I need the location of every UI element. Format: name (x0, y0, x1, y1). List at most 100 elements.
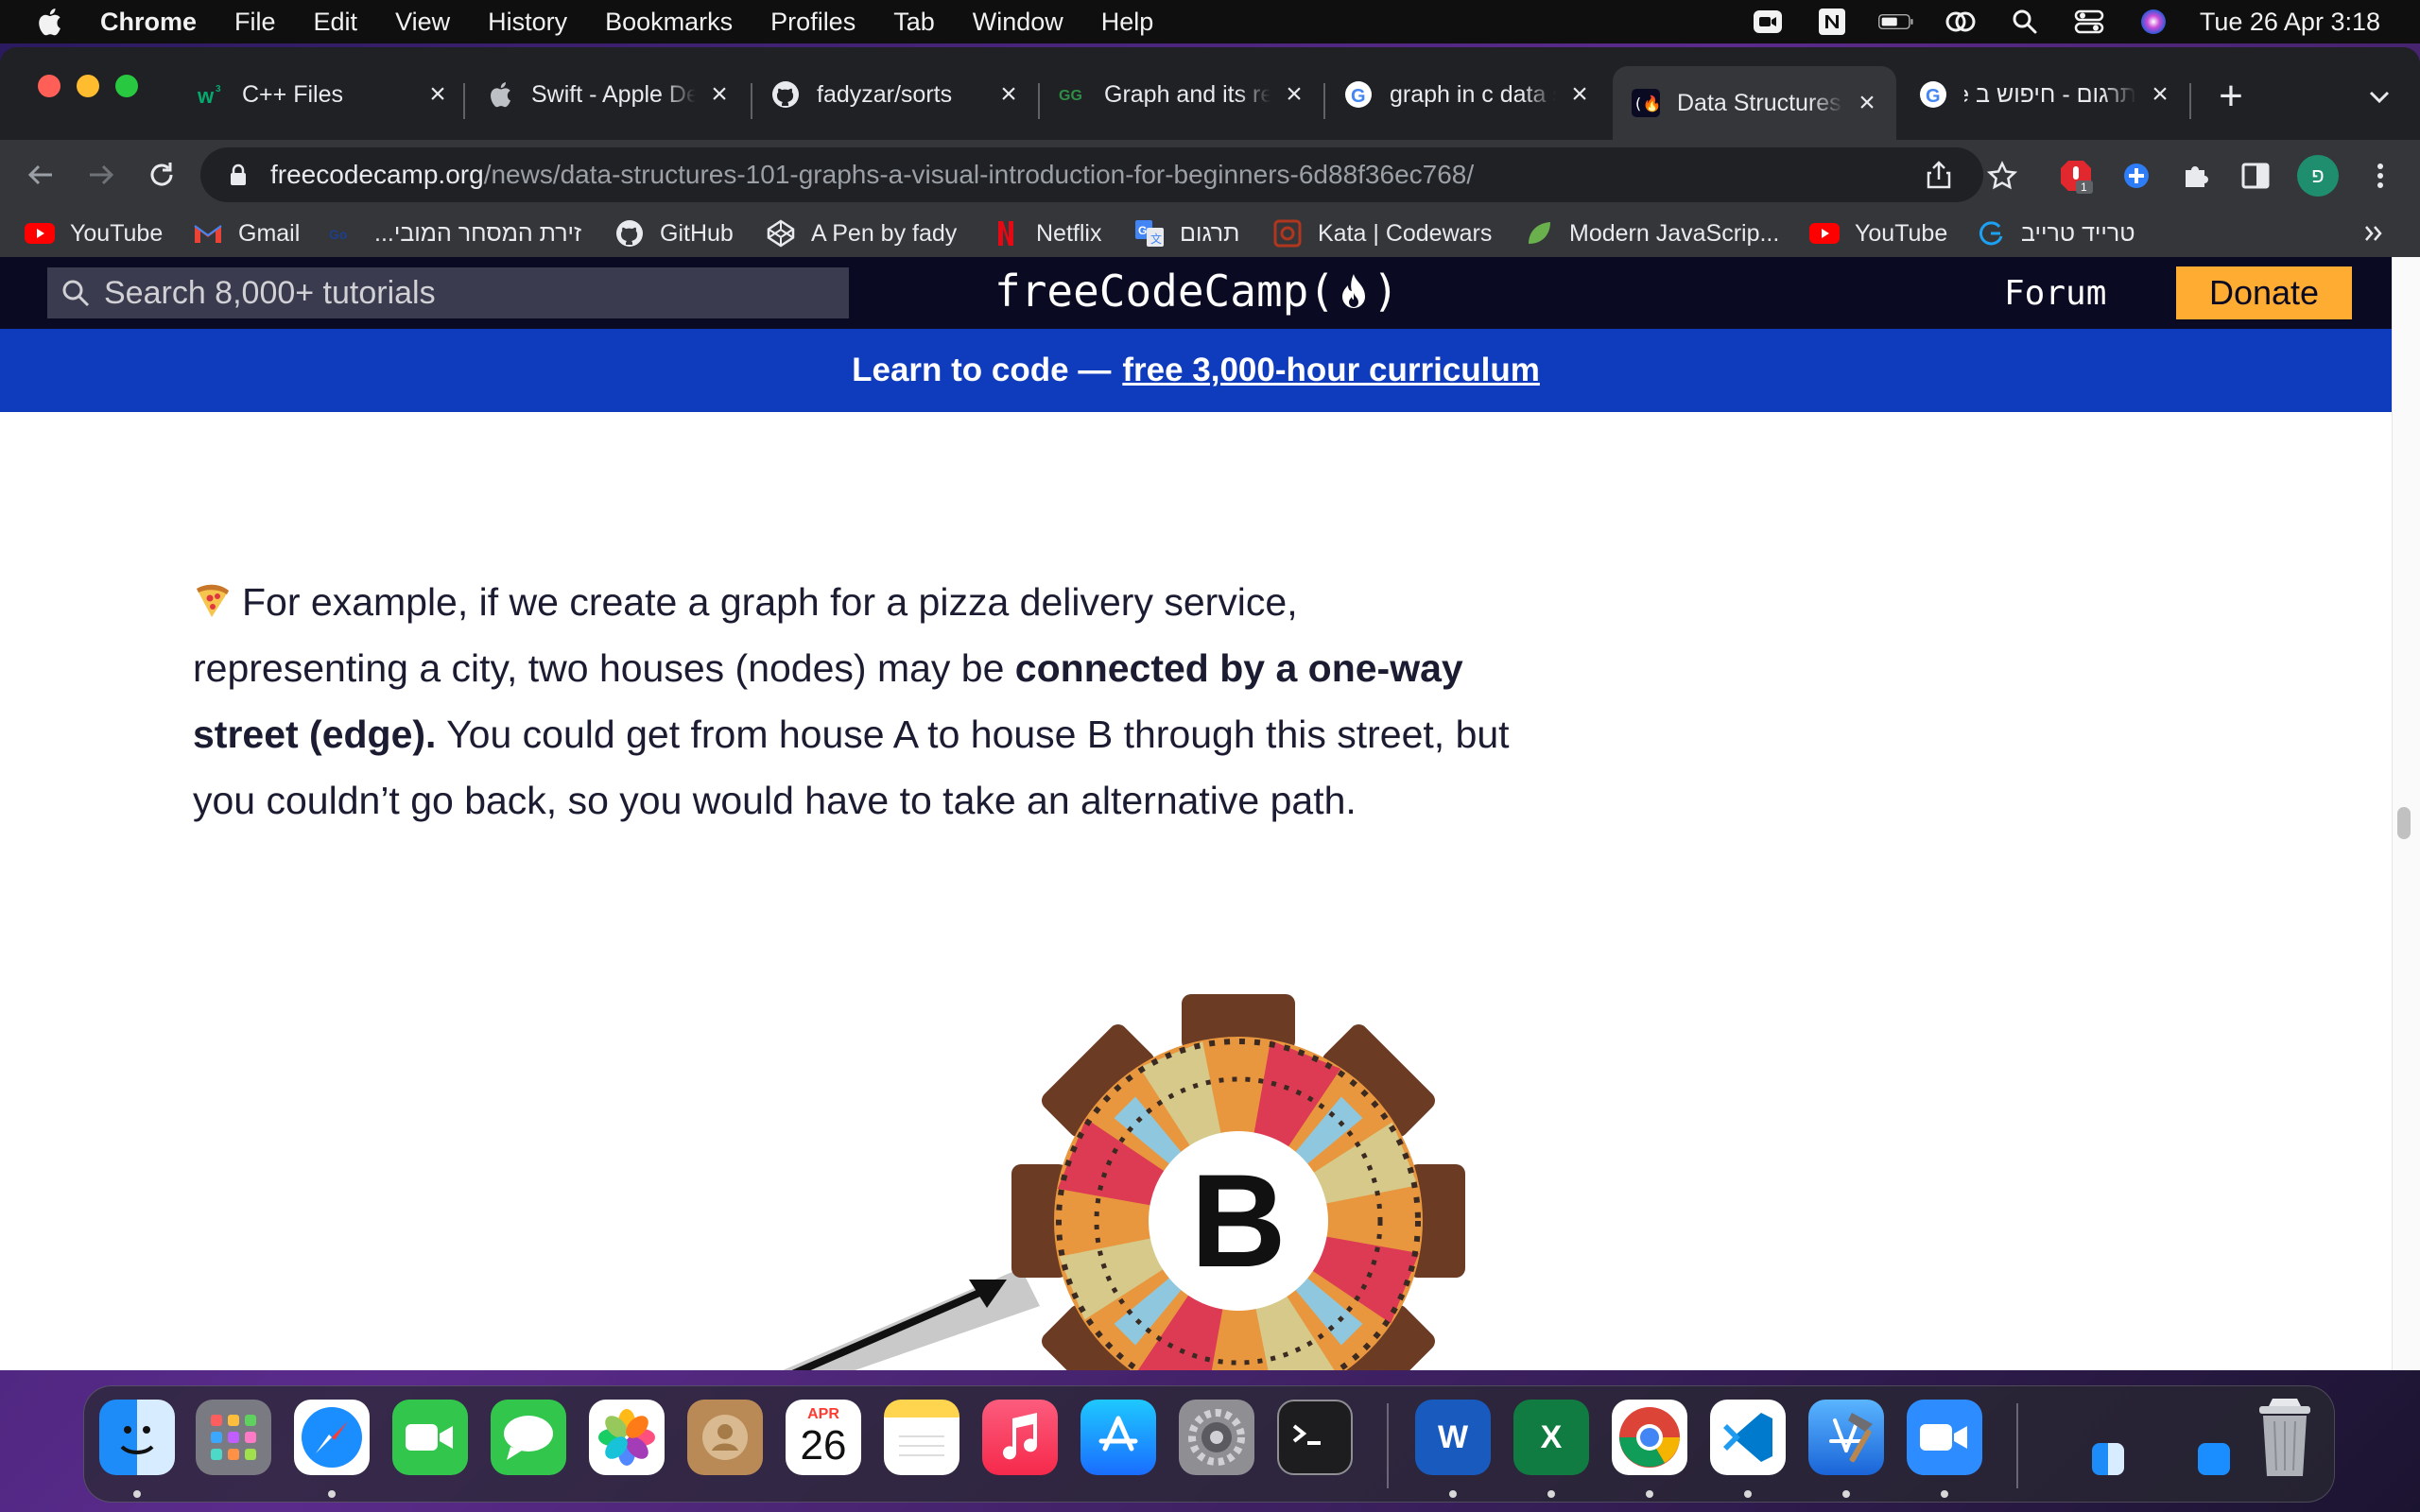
dock-xcode-icon[interactable] (1808, 1400, 1884, 1475)
menu-file[interactable]: File (234, 8, 276, 37)
tab-graph-representations[interactable]: GG Graph and its representations × (1059, 66, 1308, 123)
dock-system-preferences-icon[interactable] (1179, 1400, 1254, 1475)
extensions-puzzle-icon[interactable] (2176, 157, 2214, 195)
dock-notes-icon[interactable] (884, 1400, 959, 1475)
bookmark-gmail[interactable]: Gmail (193, 217, 300, 249)
dock-word-icon[interactable]: W (1415, 1400, 1491, 1475)
profile-avatar[interactable]: פ (2297, 155, 2339, 197)
menu-history[interactable]: History (488, 8, 567, 37)
reload-icon[interactable] (142, 155, 182, 195)
control-center-icon[interactable] (2071, 8, 2107, 36)
tab-swift-apple[interactable]: Swift - Apple Developer × (486, 66, 734, 123)
bookmark-tradetribe[interactable]: טרייד טרייב (1976, 217, 2135, 249)
screen-mirroring-icon[interactable] (1943, 8, 1979, 36)
minimize-window-button[interactable] (77, 75, 99, 97)
donate-button[interactable]: Donate (2176, 266, 2352, 319)
menu-help[interactable]: Help (1101, 8, 1154, 37)
extension-adblock-icon[interactable]: 1 (2057, 157, 2095, 195)
svg-text:w: w (197, 84, 215, 108)
dock-separator (2016, 1403, 2018, 1488)
svg-text:(🔥): (🔥) (1634, 94, 1660, 112)
dock-chrome-icon[interactable] (1612, 1400, 1687, 1475)
menu-view[interactable]: View (395, 8, 450, 37)
chrome-menu-kebab-icon[interactable] (2361, 157, 2399, 195)
address-bar[interactable]: freecodecamp.org/news/data-structures-10… (200, 147, 1983, 202)
dock-trash-icon[interactable] (2249, 1396, 2321, 1483)
bookmark-codewars[interactable]: Kata | Codewars (1272, 217, 1492, 249)
share-icon[interactable] (1921, 157, 1957, 193)
article-paragraph: For example, if we create a graph for a … (193, 569, 1516, 833)
codepen-icon (766, 219, 796, 248)
bookmark-github[interactable]: GitHub (614, 217, 734, 249)
menu-profiles[interactable]: Profiles (770, 8, 856, 37)
bookmark-codepen[interactable]: A Pen by fady (766, 217, 957, 249)
forum-link[interactable]: Forum (2004, 274, 2106, 313)
search-input[interactable]: Search 8,000+ tutorials (47, 267, 849, 318)
new-tab-button[interactable]: + (2212, 76, 2250, 117)
dock-excel-icon[interactable]: X (1513, 1400, 1589, 1475)
menu-window[interactable]: Window (973, 8, 1063, 37)
close-tab-icon[interactable]: × (705, 78, 734, 110)
dock-launchpad-icon[interactable] (196, 1400, 271, 1475)
menu-app-chrome[interactable]: Chrome (100, 8, 197, 37)
tab-separator (2189, 83, 2191, 119)
dock-app-store-icon[interactable] (1080, 1400, 1156, 1475)
menu-tab[interactable]: Tab (893, 8, 935, 37)
side-panel-icon[interactable] (2237, 157, 2274, 195)
back-arrow-icon[interactable] (21, 155, 60, 195)
bookmark-modern-javascript[interactable]: Modern JavaScrip... (1524, 217, 1779, 249)
close-window-button[interactable] (38, 75, 60, 97)
close-tab-icon[interactable]: × (2146, 78, 2174, 110)
running-indicator (328, 1490, 336, 1498)
dock-music-icon[interactable] (982, 1400, 1058, 1475)
zoom-menubar-icon[interactable] (1750, 8, 1786, 36)
dock-terminal-icon[interactable] (1277, 1400, 1353, 1475)
zoom-window-button[interactable] (115, 75, 138, 97)
notion-menubar-icon[interactable] (1814, 8, 1850, 36)
bookmark-translate[interactable]: G文 תרגום (1134, 217, 1239, 249)
bookmark-trading-platform[interactable]: Go ...זירת המסחר המובי (329, 217, 581, 249)
dock-contacts-icon[interactable] (687, 1400, 763, 1475)
tab-graph-in-c[interactable]: G graph in c data structure × (1344, 66, 1594, 123)
dock-minimized-safari-icon[interactable] (2198, 1443, 2230, 1475)
dock-messages-icon[interactable] (491, 1400, 566, 1475)
dock-minimized-finder-icon[interactable] (2092, 1443, 2124, 1475)
dock-finder-icon[interactable] (99, 1400, 175, 1475)
dock-calendar-icon[interactable]: APR 26 (786, 1400, 861, 1475)
close-tab-icon[interactable]: × (424, 78, 452, 110)
forward-arrow-icon[interactable] (81, 155, 121, 195)
tab-fadyzar-sorts[interactable]: fadyzar/sorts × (771, 66, 1023, 123)
close-tab-icon[interactable]: × (1280, 78, 1308, 110)
bookmark-youtube-2[interactable]: YouTube (1809, 217, 1947, 249)
siri-icon[interactable] (2135, 8, 2171, 36)
dock-vscode-icon[interactable] (1710, 1400, 1786, 1475)
dock-photos-icon[interactable] (589, 1400, 665, 1475)
dock-facetime-icon[interactable] (392, 1400, 468, 1475)
tab-search-chevron-icon[interactable] (2363, 81, 2395, 113)
dock-safari-icon[interactable] (294, 1400, 370, 1475)
tab-data-structures-active[interactable]: (🔥) Data Structures 101 × (1613, 66, 1896, 140)
scrollbar-thumb[interactable] (2397, 807, 2411, 839)
menubar-clock[interactable]: Tue 26 Apr 3:18 (2200, 8, 2380, 37)
apple-icon (486, 80, 514, 109)
dock-zoom-icon[interactable] (1907, 1400, 1982, 1475)
bookmark-youtube[interactable]: YouTube (25, 217, 163, 249)
extension-plus-icon[interactable] (2118, 157, 2155, 195)
bookmark-star-icon[interactable] (1983, 157, 2021, 195)
tab-cpp-files[interactable]: w3 C++ Files × (197, 66, 452, 123)
close-tab-icon[interactable]: × (1853, 87, 1881, 118)
youtube-icon (1809, 220, 1840, 247)
close-tab-icon[interactable]: × (994, 78, 1023, 110)
battery-icon[interactable] (1877, 8, 1914, 36)
fcc-logo[interactable]: freeCodeCamp( ) (994, 263, 1399, 319)
apple-menu-icon[interactable] (36, 7, 62, 37)
menu-edit[interactable]: Edit (314, 8, 358, 37)
lock-icon[interactable] (229, 163, 250, 187)
tab-google-translate-search[interactable]: G תרגום - חיפוש ב Google × (1919, 66, 2174, 123)
spotlight-search-icon[interactable] (2007, 8, 2043, 36)
bookmark-netflix[interactable]: Netflix (991, 217, 1101, 249)
menu-bookmarks[interactable]: Bookmarks (605, 8, 733, 37)
curriculum-link[interactable]: free 3,000-hour curriculum (1122, 352, 1540, 389)
close-tab-icon[interactable]: × (1565, 78, 1594, 110)
more-bookmarks-chevron-icon[interactable] (2363, 217, 2384, 249)
